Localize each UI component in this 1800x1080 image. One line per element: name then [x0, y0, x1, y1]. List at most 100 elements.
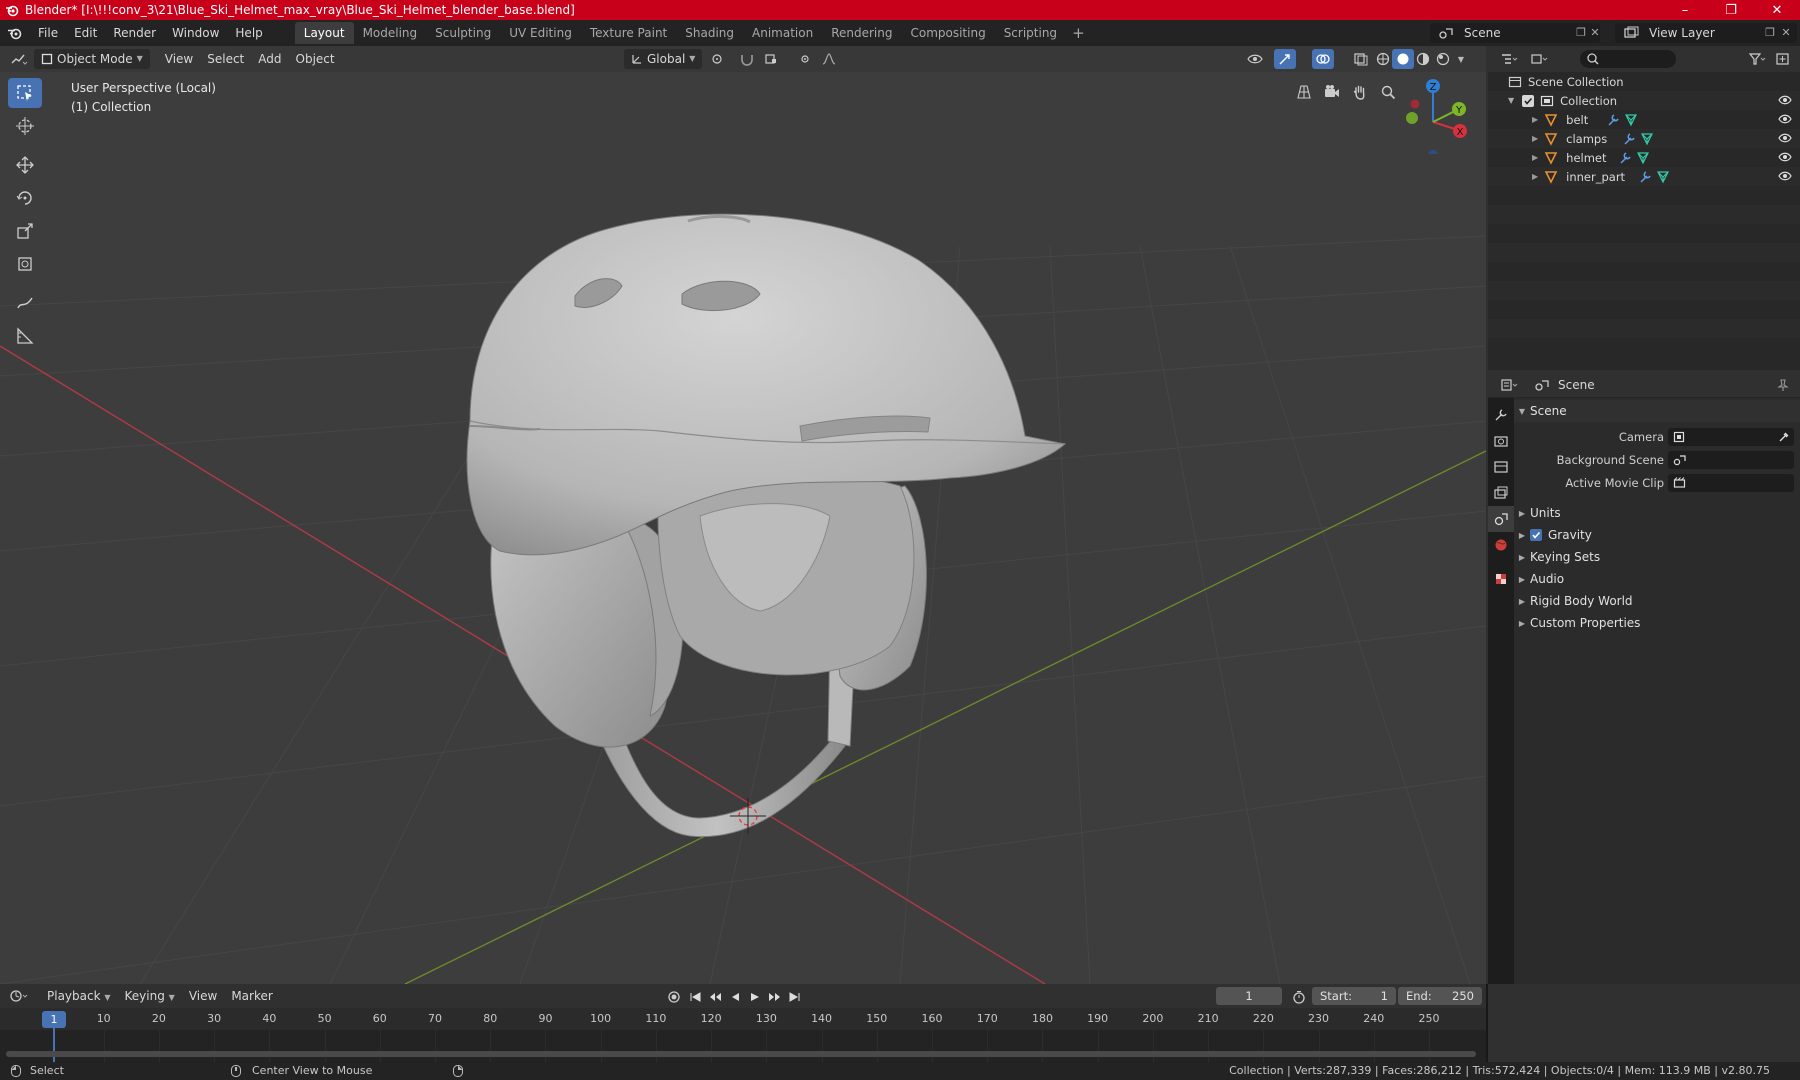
gravity-panel-header[interactable]: ▶ Gravity	[1514, 524, 1800, 546]
scene-panel-header[interactable]: ▼ Scene	[1514, 400, 1800, 422]
scene-selector[interactable]: Scene ❐ ✕	[1430, 23, 1600, 43]
camera-field[interactable]	[1668, 428, 1794, 446]
menu-help[interactable]: Help	[227, 22, 270, 44]
remove-view-layer-icon[interactable]: ✕	[1779, 26, 1793, 40]
pan-view-hand-icon[interactable]	[1348, 80, 1372, 104]
transform-orientation-dropdown[interactable]: Global ▼	[624, 49, 703, 69]
expand-triangle-icon[interactable]: ▶	[1532, 153, 1538, 162]
proportional-editing-icon[interactable]	[794, 49, 816, 69]
material-shading-icon[interactable]	[1412, 49, 1434, 69]
tool-tab-icon[interactable]	[1488, 402, 1514, 428]
cursor-tool[interactable]	[8, 111, 42, 141]
world-tab-icon[interactable]	[1488, 532, 1514, 558]
units-panel-header[interactable]: ▶ Units	[1514, 502, 1800, 524]
rotate-tool[interactable]	[8, 183, 42, 213]
viewport-menu-object[interactable]: Object	[289, 49, 342, 69]
pin-icon[interactable]	[1776, 378, 1790, 392]
transform-tool[interactable]	[8, 249, 42, 279]
display-mode-icon[interactable]	[1528, 49, 1550, 69]
overlays-toggle-icon[interactable]	[1312, 49, 1334, 69]
viewport-menu-add[interactable]: Add	[251, 49, 288, 69]
timeline-menu-view[interactable]: View	[182, 986, 224, 1006]
modifier-wrench-icon[interactable]	[1606, 113, 1620, 127]
solid-shading-icon[interactable]	[1392, 49, 1414, 69]
tab-shading[interactable]: Shading	[676, 22, 743, 44]
properties-editor-type-icon[interactable]	[1498, 375, 1520, 395]
xray-toggle-icon[interactable]	[1350, 49, 1372, 69]
tab-rendering[interactable]: Rendering	[822, 22, 901, 44]
visibility-eye-icon[interactable]	[1778, 170, 1792, 182]
gizmo-toggle-icon[interactable]	[1274, 49, 1296, 69]
timeline-menu-keying[interactable]: Keying ▼	[118, 986, 182, 1006]
copy-view-layer-icon[interactable]: ❐	[1763, 26, 1777, 40]
tab-texture-paint[interactable]: Texture Paint	[581, 22, 676, 44]
outliner-search-input[interactable]	[1580, 50, 1676, 68]
timeline-menu-marker[interactable]: Marker	[224, 986, 279, 1006]
timeline-ruler[interactable]: 10 20 30 40 50 60 70 80 90 100 110 120 130 140 150 160 1…	[0, 1008, 1486, 1030]
mesh-data-icon[interactable]	[1624, 113, 1638, 127]
custom-properties-panel-header[interactable]: ▶ Custom Properties	[1514, 612, 1800, 634]
rigid-body-world-panel-header[interactable]: ▶ Rigid Body World	[1514, 590, 1800, 612]
close-button[interactable]: ✕	[1754, 0, 1800, 20]
menu-file[interactable]: File	[30, 22, 66, 44]
viewport-menu-view[interactable]: View	[158, 49, 200, 69]
texture-tab-icon[interactable]	[1488, 566, 1514, 592]
next-keyframe-icon[interactable]	[766, 987, 784, 1007]
tab-modeling[interactable]: Modeling	[354, 22, 427, 44]
visibility-selectability-icon[interactable]	[1244, 49, 1266, 69]
end-frame-field[interactable]: End: 250	[1398, 987, 1482, 1005]
mesh-data-icon[interactable]	[1640, 132, 1654, 146]
scale-tool[interactable]	[8, 216, 42, 246]
play-reverse-icon[interactable]	[726, 987, 744, 1007]
preview-range-stopwatch-icon[interactable]	[1288, 987, 1310, 1007]
current-frame-field[interactable]: 1	[1216, 987, 1282, 1005]
view-layer-tab-icon[interactable]	[1488, 480, 1514, 506]
visibility-eye-icon[interactable]	[1778, 151, 1792, 163]
pivot-point-icon[interactable]	[706, 49, 728, 69]
timeline-editor-type-icon[interactable]	[8, 986, 30, 1006]
timeline-body[interactable]	[0, 1030, 1486, 1062]
proportional-falloff-icon[interactable]	[818, 49, 840, 69]
visibility-eye-icon[interactable]	[1778, 132, 1792, 144]
outliner-row-scene-collection[interactable]: Scene Collection	[1488, 72, 1800, 91]
snap-target-icon[interactable]	[760, 49, 782, 69]
rendered-shading-icon[interactable]	[1432, 49, 1454, 69]
axis-navigation-gizmo[interactable]: Z X Y	[1395, 74, 1475, 160]
gravity-checkbox[interactable]	[1530, 529, 1542, 541]
eyedropper-icon[interactable]	[1778, 431, 1790, 443]
copy-scene-icon[interactable]: ❐	[1574, 26, 1588, 40]
wireframe-shading-icon[interactable]	[1372, 49, 1394, 69]
outliner-row-inner-part[interactable]: ▶ inner_part	[1488, 167, 1800, 186]
output-tab-icon[interactable]	[1488, 454, 1514, 480]
mode-dropdown[interactable]: Object Mode ▼	[34, 49, 150, 69]
current-frame-indicator[interactable]: 1	[42, 1011, 66, 1028]
shading-options-icon[interactable]: ▼	[1454, 49, 1468, 69]
move-tool[interactable]	[8, 150, 42, 180]
scene-tab-icon[interactable]	[1488, 506, 1514, 532]
remove-scene-icon[interactable]: ✕	[1588, 26, 1602, 40]
add-workspace-button[interactable]: +	[1066, 24, 1091, 42]
3d-viewport[interactable]: Object Mode ▼ View Select Add Object Glob…	[0, 46, 1486, 984]
active-movie-clip-field[interactable]	[1668, 474, 1794, 492]
modifier-wrench-icon[interactable]	[1618, 151, 1632, 165]
timeline-menu-playback[interactable]: Playback ▼	[40, 986, 118, 1006]
expand-triangle-icon[interactable]: ▶	[1532, 172, 1538, 181]
editor-type-icon[interactable]	[8, 49, 30, 69]
expand-triangle-icon[interactable]: ▶	[1532, 115, 1538, 124]
jump-end-icon[interactable]	[786, 987, 804, 1007]
jump-start-icon[interactable]	[686, 987, 704, 1007]
expand-triangle-icon[interactable]: ▶	[1532, 134, 1538, 143]
collapse-triangle-icon[interactable]: ▼	[1508, 96, 1514, 105]
minimize-button[interactable]: –	[1662, 0, 1708, 20]
maximize-button[interactable]: ❐	[1708, 0, 1754, 20]
visibility-eye-icon[interactable]	[1778, 94, 1792, 106]
mesh-data-icon[interactable]	[1656, 170, 1670, 184]
render-tab-icon[interactable]	[1488, 428, 1514, 454]
outliner-editor-type-icon[interactable]	[1498, 49, 1520, 69]
timeline-scrollbar[interactable]	[6, 1051, 1476, 1057]
prev-keyframe-icon[interactable]	[706, 987, 724, 1007]
camera-view-icon[interactable]	[1320, 80, 1344, 104]
keying-sets-panel-header[interactable]: ▶ Keying Sets	[1514, 546, 1800, 568]
helmet-model[interactable]	[466, 213, 1067, 838]
record-icon[interactable]	[664, 987, 684, 1007]
